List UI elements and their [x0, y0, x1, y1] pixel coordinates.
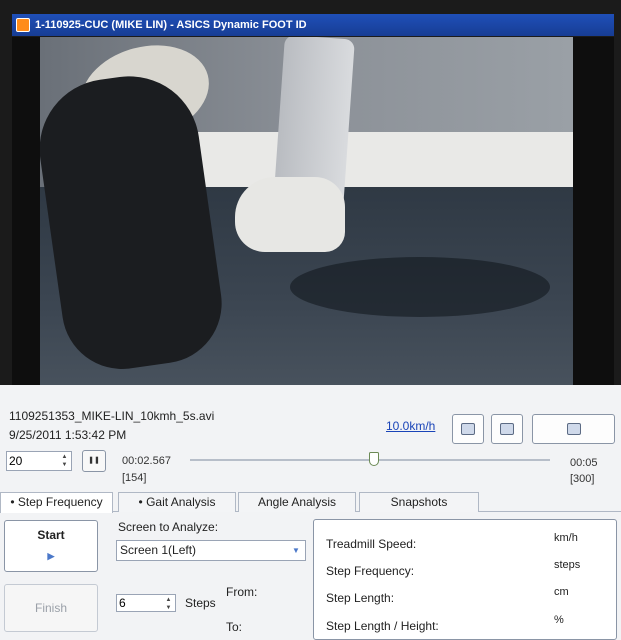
tab-label: Angle Analysis [257, 495, 337, 509]
video-frame-right [573, 37, 614, 385]
treadmill-speed-label: Treadmill Speed: [326, 537, 417, 551]
spin-down-icon[interactable]: ▼ [163, 604, 174, 612]
steps-stepper[interactable]: 6 ▲ ▼ [116, 594, 176, 612]
start-button-label: Start [37, 528, 65, 542]
step-length-height-unit: % [554, 614, 564, 626]
window-title: 1-110925-CUC (MIKE LIN) - ASICS Dynamic … [35, 19, 307, 31]
file-name: 1109251353_MIKE-LIN_10kmh_5s.avi [9, 409, 215, 423]
tab-label: Gait Analysis [146, 495, 216, 509]
tab-angle-analysis[interactable]: Angle Analysis [238, 492, 356, 512]
video-player[interactable] [40, 37, 573, 385]
frame-stepper-arrows[interactable]: ▲ ▼ [59, 453, 70, 469]
tab-bullet-icon: • [138, 495, 147, 509]
export-button[interactable] [452, 414, 484, 444]
analysis-tabs: • Step Frequency • Gait Analysis Angle A… [0, 492, 621, 513]
step-frequency-label: Step Frequency: [326, 564, 415, 578]
finish-button-label: Finish [34, 601, 67, 615]
step-length-unit: cm [554, 586, 569, 598]
window-titlebar: 1-110925-CUC (MIKE LIN) - ASICS Dynamic … [12, 14, 614, 36]
start-button[interactable]: Start ▶ [4, 520, 98, 572]
app-icon [16, 18, 30, 32]
steps-stepper-arrows[interactable]: ▲ ▼ [163, 596, 174, 612]
current-frame: [154] [122, 472, 147, 484]
screen-select-value: Screen 1(Left) [120, 543, 197, 557]
export-icon [461, 423, 475, 435]
step-frequency-unit: steps [554, 559, 581, 571]
from-label: From: [226, 585, 258, 599]
tab-gait-analysis[interactable]: • Gait Analysis [118, 492, 236, 512]
tab-snapshots[interactable]: Snapshots [359, 492, 479, 512]
spin-up-icon[interactable]: ▲ [163, 596, 174, 604]
chevron-down-icon[interactable]: ▼ [289, 543, 303, 558]
spin-up-icon[interactable]: ▲ [59, 453, 70, 461]
runner-shoe-right [235, 177, 345, 252]
to-label: To: [226, 620, 243, 634]
timeline-thumb[interactable] [368, 452, 379, 466]
current-time: 00:02.567 [122, 455, 171, 467]
video-frame-left [12, 37, 40, 385]
save-icon [500, 423, 514, 435]
tab-label: Snapshots [390, 495, 448, 509]
save-button[interactable] [491, 414, 523, 444]
spin-down-icon[interactable]: ▼ [59, 461, 70, 469]
end-frame: [300] [570, 473, 595, 485]
screen-to-analyze-label: Screen to Analyze: [118, 520, 219, 534]
steps-label: Steps [185, 596, 216, 610]
camera-button[interactable] [532, 414, 615, 444]
frame-stepper[interactable]: 20 ▲ ▼ [6, 451, 72, 471]
step-length-label: Step Length: [326, 591, 395, 605]
tab-step-frequency[interactable]: • Step Frequency [0, 492, 113, 513]
camera-icon [566, 423, 581, 435]
step-length-height-label: Step Length / Height: [326, 619, 439, 633]
file-date: 9/25/2011 1:53:42 PM [9, 428, 127, 442]
results-box: Treadmill Speed: km/h Step Frequency: st… [313, 519, 617, 640]
finish-button[interactable]: Finish [4, 584, 98, 632]
frame-stepper-value: 20 [9, 454, 23, 468]
end-time: 00:05 [570, 457, 598, 469]
foot-shadow [290, 257, 550, 317]
screen-select[interactable]: Screen 1(Left) ▼ [116, 540, 306, 561]
treadmill-rail [180, 132, 573, 192]
tab-bullet-icon: • [10, 495, 18, 509]
pause-icon: ❚❚ [88, 457, 100, 464]
play-icon: ▶ [47, 551, 55, 561]
pause-button[interactable]: ❚❚ [82, 450, 106, 472]
monitor-screen: 1-110925-CUC (MIKE LIN) - ASICS Dynamic … [0, 0, 621, 640]
tab-label: Step Frequency [17, 495, 103, 509]
treadmill-speed-unit: km/h [554, 532, 578, 544]
steps-stepper-value: 6 [119, 596, 126, 610]
speed-link[interactable]: 10.0km/h [386, 419, 435, 433]
